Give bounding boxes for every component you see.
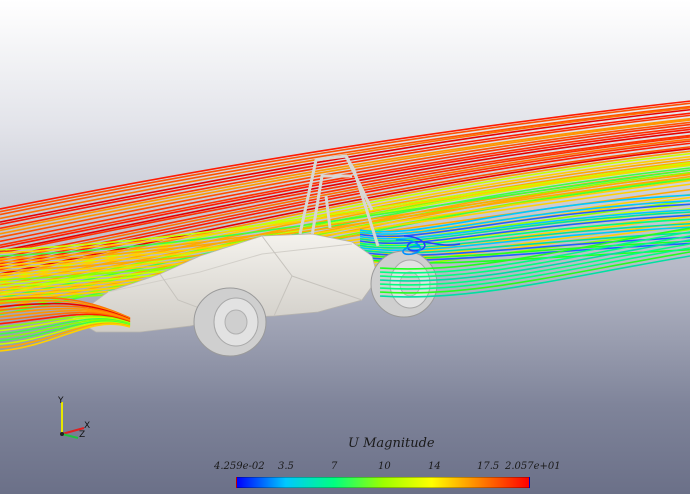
legend-tick: 14 — [428, 461, 441, 472]
legend-tick: 3.5 — [278, 461, 294, 472]
z-axis-arrow — [61, 433, 79, 439]
render-viewport[interactable] — [0, 0, 690, 494]
legend-tick: 10 — [378, 461, 391, 472]
color-legend-bar — [236, 477, 530, 488]
legend-tick-max: 2.057e+01 — [505, 461, 561, 472]
legend-tick: 7 — [331, 461, 338, 472]
legend-tick-min: 4.259e-02 — [214, 461, 265, 472]
y-axis-label: Y — [58, 396, 64, 406]
front-left-wheel — [193, 287, 267, 357]
z-axis-label: Z — [79, 430, 86, 440]
legend-title: U Magnitude — [348, 436, 435, 451]
legend-tick: 17.5 — [477, 461, 500, 472]
